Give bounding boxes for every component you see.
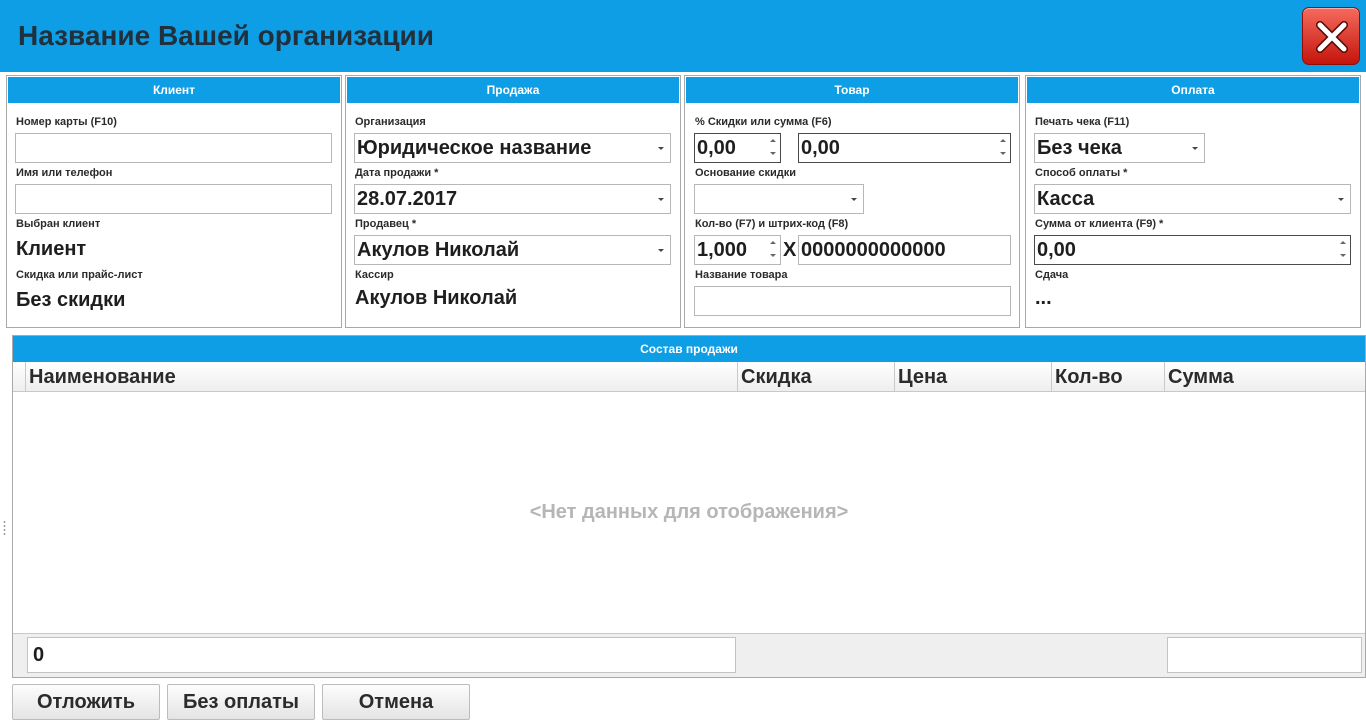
grid-column-header-row: Наименование Скидка Цена Кол-во Сумма [13, 362, 1365, 392]
organization-select[interactable]: Юридическое название [354, 133, 671, 163]
selected-client-value: Клиент [16, 238, 87, 260]
discount-sum-spinner[interactable]: 0,00 [798, 133, 1011, 163]
sale-date-label: Дата продажи * [355, 167, 439, 179]
discount-sum-value: 0,00 [801, 137, 840, 159]
client-amount-label: Сумма от клиента (F9) * [1035, 218, 1164, 230]
sale-items-header: Состав продажи [13, 336, 1365, 362]
change-label: Сдача [1035, 269, 1069, 281]
discount-reason-select[interactable] [694, 184, 864, 214]
chevron-down-icon [658, 198, 664, 201]
footer-total [1167, 637, 1362, 673]
product-panel: Товар % Скидки или сумма (F6) 0,00 0,00 … [684, 75, 1020, 328]
sale-panel: Продажа Организация Юридическое название… [345, 75, 681, 328]
spinner-arrows-icon[interactable] [769, 239, 777, 261]
chevron-down-icon [658, 249, 664, 252]
client-panel-header: Клиент [8, 77, 340, 103]
close-button[interactable] [1302, 7, 1360, 65]
discount-pricelist-label: Скидка или прайс-лист [16, 269, 143, 281]
chevron-down-icon [851, 198, 857, 201]
spinner-arrows-icon[interactable] [999, 137, 1007, 159]
sale-items-grid: Состав продажи Наименование Скидка Цена … [12, 335, 1366, 678]
payment-method-select[interactable]: Касса [1034, 184, 1351, 214]
postpone-button[interactable]: Отложить [12, 684, 160, 720]
selected-client-label: Выбран клиент [16, 218, 101, 230]
chevron-down-icon [1338, 198, 1344, 201]
app-title: Название Вашей организации [18, 20, 434, 51]
payment-method-label: Способ оплаты * [1035, 167, 1128, 179]
column-header-sum[interactable]: Сумма [1164, 362, 1365, 392]
change-value: ... [1035, 287, 1052, 309]
column-header-name[interactable]: Наименование [25, 362, 737, 392]
cashier-value: Акулов Николай [355, 287, 518, 309]
organization-select-value: Юридическое название [357, 137, 592, 159]
column-header-discount[interactable]: Скидка [737, 362, 894, 392]
quantity-value: 1,000 [697, 239, 748, 261]
sale-date-picker[interactable]: 28.07.2017 [354, 184, 671, 214]
title-bar: Название Вашей организации [0, 0, 1366, 72]
spinner-arrows-icon[interactable] [769, 137, 777, 159]
client-panel: Клиент Номер карты (F10) Имя или телефон… [6, 75, 342, 328]
chevron-down-icon [1192, 147, 1198, 150]
grid-footer: 0 [13, 633, 1365, 677]
receipt-print-select[interactable]: Без чека [1034, 133, 1205, 163]
sale-panel-header: Продажа [347, 77, 679, 103]
no-payment-button[interactable]: Без оплаты [167, 684, 315, 720]
times-sign: X [783, 239, 797, 261]
receipt-print-value: Без чека [1037, 137, 1122, 159]
spinner-arrows-icon[interactable] [1339, 239, 1347, 261]
grid-empty-message: <Нет данных для отображения> [529, 501, 849, 523]
card-number-label: Номер карты (F10) [16, 116, 117, 128]
cashier-label: Кассир [355, 269, 394, 281]
discount-percent-label: % Скидки или сумма (F6) [695, 116, 832, 128]
column-header-price[interactable]: Цена [894, 362, 1051, 392]
discount-percent-spinner[interactable]: 0,00 [694, 133, 781, 163]
column-header-quantity[interactable]: Кол-во [1051, 362, 1164, 392]
seller-select-value: Акулов Николай [357, 239, 520, 261]
receipt-print-label: Печать чека (F11) [1035, 116, 1130, 128]
payment-panel-header: Оплата [1027, 77, 1359, 103]
qty-barcode-label: Кол-во (F7) и штрих-код (F8) [695, 218, 849, 230]
chevron-down-icon [658, 147, 664, 150]
client-amount-value: 0,00 [1037, 239, 1076, 261]
payment-panel: Оплата Печать чека (F11) Без чека Способ… [1025, 75, 1361, 328]
quantity-spinner[interactable]: 1,000 [694, 235, 781, 265]
discount-pricelist-value: Без скидки [16, 289, 126, 311]
row-indicator-header[interactable] [13, 362, 25, 392]
splitter-grip[interactable] [3, 520, 6, 536]
sale-date-value: 28.07.2017 [357, 188, 458, 210]
name-or-phone-label: Имя или телефон [16, 167, 113, 179]
payment-method-value: Касса [1037, 188, 1095, 210]
seller-label: Продавец * [355, 218, 417, 230]
seller-select[interactable]: Акулов Николай [354, 235, 671, 265]
product-name-label: Название товара [695, 269, 788, 281]
footer-count: 0 [27, 637, 736, 673]
barcode-input[interactable]: 0000000000000 [798, 235, 1011, 265]
card-number-input[interactable] [15, 133, 332, 163]
product-panel-header: Товар [686, 77, 1018, 103]
product-name-input[interactable] [694, 286, 1011, 316]
cancel-button[interactable]: Отмена [322, 684, 470, 720]
client-amount-spinner[interactable]: 0,00 [1034, 235, 1351, 265]
discount-percent-value: 0,00 [697, 137, 736, 159]
discount-reason-label: Основание скидки [695, 167, 796, 179]
name-or-phone-input[interactable] [15, 184, 332, 214]
close-x-icon [1316, 21, 1348, 53]
organization-label: Организация [355, 116, 426, 128]
